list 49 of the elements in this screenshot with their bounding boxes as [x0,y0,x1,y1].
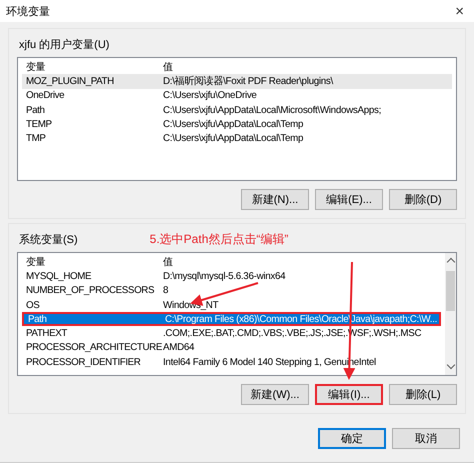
close-button[interactable]: × [451,2,468,20]
dialog-button[interactable]: 确定 [318,428,386,449]
variable-row[interactable]: NUMBER_OF_PROCESSORS 8 [22,284,441,298]
action-button[interactable]: 删除(D) [389,189,457,210]
variable-name: MYSQL_HOME [26,270,92,282]
variable-name: PATHEXT [26,328,68,340]
variable-name: Path [26,104,46,116]
column-header: 变量 [26,60,46,74]
variable-value: C:\Users\xjfu\OneDrive [163,90,257,102]
group-label: xjfu 的用户变量(U) [18,38,110,52]
variable-row[interactable]: MOZ_PLUGIN_PATH D:\福昕阅读器\Foxit PDF Reader\plugins\ [22,74,452,89]
variable-name: OS [26,300,40,311]
variable-name: Path [28,314,48,325]
variable-name: OneDrive [26,90,66,102]
scrollbar[interactable] [445,253,456,375]
variable-row[interactable]: OneDrive C:\Users\xjfu\OneDrive [22,88,452,103]
variable-value: D:\福昕阅读器\Foxit PDF Reader\plugins\ [163,74,333,88]
variable-value: C:\Users\xjfu\AppData\Local\Temp [163,133,304,144]
variable-name: PROCESSOR_ARCHITECTURE [26,342,163,354]
action-button[interactable]: 编辑(E)... [315,189,383,210]
column-header: 变量 [26,256,46,269]
variable-name: MOZ_PLUGIN_PATH [26,76,115,87]
action-button[interactable]: 编辑(I)... [315,384,383,405]
variable-value: 8 [163,285,168,296]
variable-name: TMP [26,133,46,144]
variable-value: Windows_NT [163,300,218,311]
group-label: 系统变量(S) [18,232,78,246]
variable-row[interactable]: TEMP C:\Users\xjfu\AppData\Local\Temp [22,117,452,132]
variable-row[interactable]: TMP C:\Users\xjfu\AppData\Local\Temp [22,131,452,146]
action-button[interactable]: 删除(L) [389,384,457,405]
scroll-thumb[interactable] [446,271,455,311]
variable-value: AMD64 [163,342,194,354]
column-header: 值 [163,256,173,269]
variable-name: PROCESSOR_IDENTIFIER [26,356,142,368]
annotation-text: 5.选中Path然后点击“编辑” [150,230,288,248]
variable-row[interactable]: Path C:\Users\xjfu\AppData\Local\Microsoft\WindowsApps; [22,102,452,118]
variable-value: D:\mysql\mysql-5.6.36-winx64 [163,270,286,282]
variable-row[interactable]: OS Windows_NT [22,298,441,312]
action-button[interactable]: 新建(N)... [241,189,309,210]
variable-name: TEMP [26,118,53,130]
column-header: 值 [163,60,173,74]
window-title: 环境变量 [6,4,50,18]
variable-row[interactable]: MYSQL_HOME D:\mysql\mysql-5.6.36-winx64 [22,269,441,284]
variable-row[interactable]: PROCESSOR_ARCHITECTUREAMD64 [22,340,441,356]
variable-name: NUMBER_OF_PROCESSORS [26,285,156,296]
variable-value: C:\Users\xjfu\AppData\Local\Temp [163,118,304,130]
dialog-button[interactable]: 取消 [392,428,460,449]
action-button[interactable]: 新建(W)... [241,384,309,405]
variable-value: C:\Users\xjfu\AppData\Local\Microsoft\WindowsApps; [163,104,382,116]
